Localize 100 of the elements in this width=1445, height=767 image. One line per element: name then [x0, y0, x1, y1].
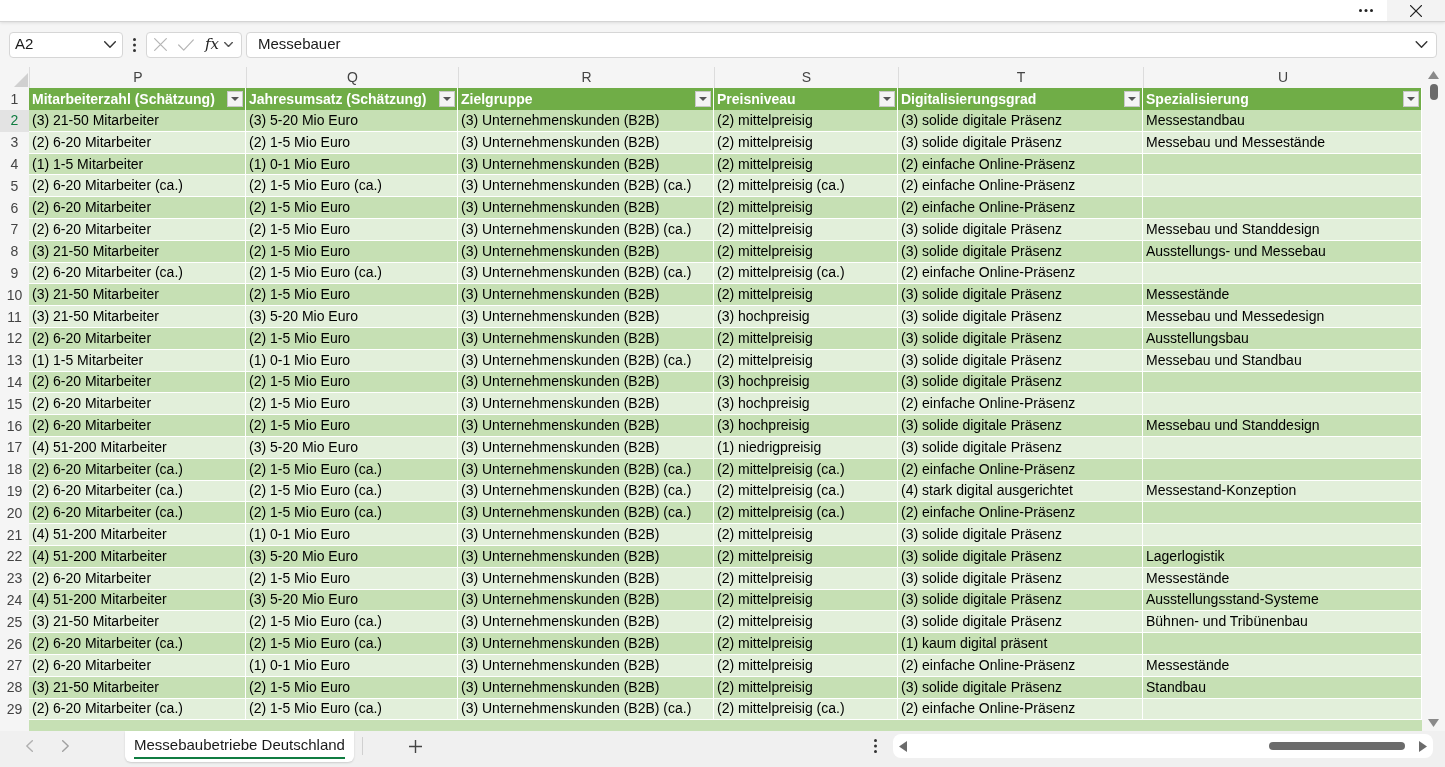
filter-button[interactable]: [439, 91, 455, 107]
table-cell: (4) 51-200 Mitarbeiter: [29, 545, 246, 568]
table-cell: (3) Unternehmenskunden (B2B): [458, 240, 714, 263]
table-cell: (2) mittelpreisig (ca.): [714, 502, 898, 525]
table-cell: (1) 0-1 Mio Euro: [246, 524, 458, 546]
table-cell: (1) 1-5 Mitarbeiter: [29, 349, 246, 372]
table-cell: (2) 6-20 Mitarbeiter (ca.): [29, 502, 246, 525]
table-cell: (2) 1-5 Mio Euro: [246, 567, 458, 590]
table-cell: (2) 1-5 Mio Euro: [246, 393, 458, 416]
table-cell: (2) 6-20 Mitarbeiter: [29, 327, 246, 350]
table-cell: (4) 51-200 Mitarbeiter: [29, 589, 246, 612]
filter-button[interactable]: [879, 91, 895, 107]
table-cell: (2) einfache Online-Präsenz: [898, 654, 1143, 677]
table-cell: (3) Unternehmenskunden (B2B): [458, 545, 714, 568]
sheet-tab[interactable]: Messebaubetriebe Deutschland: [125, 731, 354, 762]
table-cell: (3) Unternehmenskunden (B2B): [458, 567, 714, 590]
filter-button[interactable]: [695, 91, 711, 107]
formula-input[interactable]: Messebauer: [246, 31, 1437, 58]
table-cell: (2) mittelpreisig: [714, 676, 898, 699]
table-cell: (4) 51-200 Mitarbeiter: [29, 524, 246, 546]
row-number[interactable]: 2: [0, 110, 29, 132]
name-box[interactable]: A2: [9, 31, 123, 58]
table-cell: (3) Unternehmenskunden (B2B): [458, 436, 714, 459]
filter-button[interactable]: [1403, 91, 1419, 107]
more-options-icon[interactable]: [874, 739, 877, 753]
table-cell: Messestand-Konzeption: [1143, 480, 1422, 503]
table-cell: (3) solide digitale Präsenz: [898, 676, 1143, 699]
table-cell: (3) 5-20 Mio Euro: [246, 436, 458, 459]
table-cell: (2) 6-20 Mitarbeiter: [29, 131, 246, 154]
more-options-icon[interactable]: [133, 37, 136, 52]
table-cell: (3) solide digitale Präsenz: [898, 306, 1143, 328]
table-cell: (2) mittelpreisig (ca.): [714, 262, 898, 285]
table-cell: (3) Unternehmenskunden (B2B): [458, 524, 714, 546]
check-icon[interactable]: [178, 38, 194, 51]
table-cell: (2) 1-5 Mio Euro: [246, 131, 458, 154]
table-cell: (3) Unternehmenskunden (B2B) (ca.): [458, 480, 714, 503]
close-icon: [1410, 4, 1422, 17]
table-cell: (2) 6-20 Mitarbeiter (ca.): [29, 458, 246, 481]
table-cell: Messebau und Messedesign: [1143, 306, 1422, 328]
table-cell: (3) solide digitale Präsenz: [898, 349, 1143, 372]
table-cell: (3) hochpreisig: [714, 415, 898, 437]
table-cell: (3) Unternehmenskunden (B2B): [458, 284, 714, 307]
table-cell: (3) Unternehmenskunden (B2B) (ca.): [458, 262, 714, 285]
table-cell: (2) mittelpreisig: [714, 327, 898, 350]
table-cell: (2) 1-5 Mio Euro (ca.): [246, 633, 458, 655]
table-cell: (2) 6-20 Mitarbeiter (ca.): [29, 633, 246, 655]
column-title: Digitalisierungsgrad: [901, 89, 1037, 109]
table-cell: (2) einfache Online-Präsenz: [898, 393, 1143, 416]
table-cell: (3) 21-50 Mitarbeiter: [29, 611, 246, 634]
add-sheet-icon[interactable]: [408, 739, 422, 753]
table-cell: (3) 21-50 Mitarbeiter: [29, 306, 246, 328]
table-cell: Bühnen- und Tribünenbau: [1143, 611, 1422, 634]
table-cell: (2) 6-20 Mitarbeiter: [29, 654, 246, 677]
table-cell: Messestände: [1143, 654, 1422, 677]
table-cell: (2) mittelpreisig: [714, 654, 898, 677]
scrollbar-thumb[interactable]: [1429, 84, 1438, 100]
table-cell: (1) 0-1 Mio Euro: [246, 349, 458, 372]
table-cell: (2) einfache Online-Präsenz: [898, 458, 1143, 481]
table-cell: Lagerlogistik: [1143, 545, 1422, 568]
scrollbar-thumb[interactable]: [1269, 742, 1405, 750]
scroll-left-icon: [899, 740, 907, 752]
filter-button[interactable]: [227, 91, 243, 107]
table-cell: (2) mittelpreisig: [714, 240, 898, 263]
caret-icon: [883, 97, 891, 101]
chevron-down-icon: [1415, 41, 1428, 48]
table-cell: (3) Unternehmenskunden (B2B) (ca.): [458, 458, 714, 481]
table-cell: (2) 6-20 Mitarbeiter: [29, 219, 246, 241]
table-cell: (3) solide digitale Präsenz: [898, 371, 1143, 394]
table-cell: (2) einfache Online-Präsenz: [898, 197, 1143, 219]
table-cell: (2) 1-5 Mio Euro: [246, 415, 458, 437]
table-cell: (3) Unternehmenskunden (B2B): [458, 110, 714, 132]
table-cell: Ausstellungsstand-Systeme: [1143, 589, 1422, 612]
table-cell: (2) mittelpreisig (ca.): [714, 458, 898, 481]
table-cell: (3) 5-20 Mio Euro: [246, 589, 458, 612]
table-cell: (3) solide digitale Präsenz: [898, 110, 1143, 132]
chevron-down-icon[interactable]: [224, 42, 233, 47]
table-cell: (2) 6-20 Mitarbeiter: [29, 415, 246, 437]
table-cell: (2) mittelpreisig: [714, 131, 898, 154]
table-cell: (3) Unternehmenskunden (B2B): [458, 327, 714, 350]
caret-icon: [699, 97, 707, 101]
column-title: Spezialisierung: [1146, 89, 1249, 109]
table-cell: (2) mittelpreisig: [714, 153, 898, 176]
table-cell: (2) einfache Online-Präsenz: [898, 262, 1143, 285]
table-cell: (2) mittelpreisig: [714, 567, 898, 590]
table-cell: Messestände: [1143, 567, 1422, 590]
table-cell: (2) 1-5 Mio Euro: [246, 327, 458, 350]
filter-button[interactable]: [1124, 91, 1140, 107]
table-cell: (2) mittelpreisig: [714, 197, 898, 219]
table-cell: (3) 21-50 Mitarbeiter: [29, 110, 246, 132]
table-cell: (2) 6-20 Mitarbeiter (ca.): [29, 480, 246, 503]
table-cell: (3) solide digitale Präsenz: [898, 436, 1143, 459]
table-cell: (2) 6-20 Mitarbeiter (ca.): [29, 698, 246, 721]
table-cell: (2) mittelpreisig: [714, 545, 898, 568]
scroll-up-icon: [1428, 71, 1439, 79]
table-cell: (2) 1-5 Mio Euro: [246, 676, 458, 699]
table-cell: (1) kaum digital präsent: [898, 633, 1143, 655]
insert-function-button[interactable]: fx: [205, 37, 219, 52]
table-cell: (2) 6-20 Mitarbeiter (ca.): [29, 175, 246, 198]
horizontal-scrollbar[interactable]: [893, 734, 1433, 758]
table-cell: (2) 1-5 Mio Euro (ca.): [246, 458, 458, 481]
